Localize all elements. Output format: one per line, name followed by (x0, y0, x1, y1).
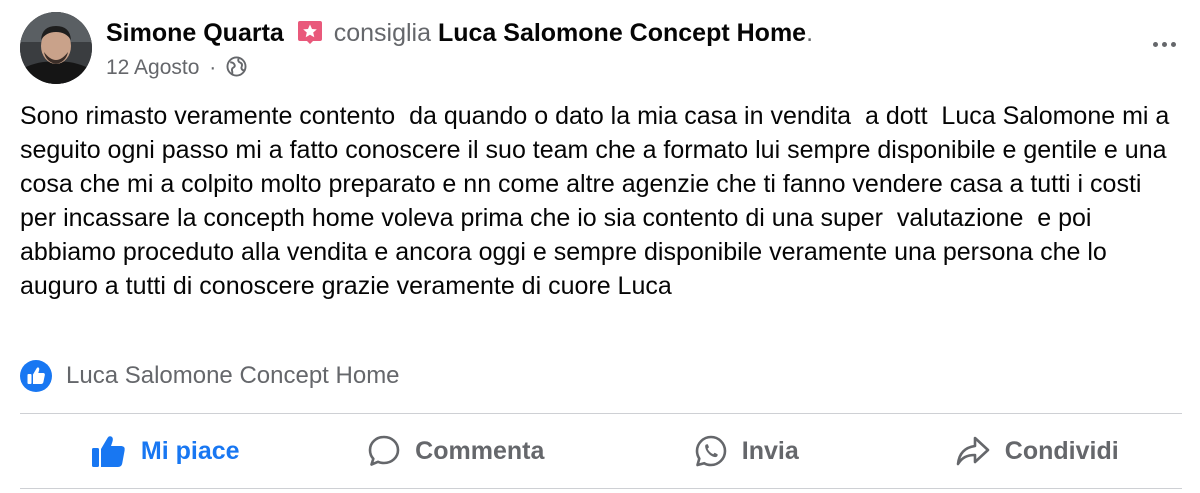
reaction-names[interactable]: Luca Salomone Concept Home (66, 362, 400, 390)
comment-bubble-icon (368, 435, 400, 466)
author-name[interactable]: Simone Quarta (106, 19, 284, 47)
share-label: Condividi (1004, 436, 1119, 465)
avatar-image (20, 12, 92, 84)
comment-label: Commenta (415, 436, 545, 465)
more-dot (1170, 41, 1176, 47)
post-body: Sono rimasto veramente contento da quand… (20, 102, 1177, 300)
whatsapp-icon (695, 435, 727, 467)
reactions-summary[interactable]: Luca Salomone Concept Home (20, 358, 400, 394)
author-avatar[interactable] (20, 12, 92, 84)
comment-button[interactable]: Commenta (311, 414, 602, 488)
action-bar: Mi piace Commenta Invia Condividi (20, 414, 1182, 488)
send-label: Invia (741, 436, 799, 465)
meta-separator: · (209, 56, 217, 79)
page-name-link[interactable]: Luca Salomone Concept Home (438, 19, 806, 47)
more-dot (1161, 41, 1167, 47)
share-arrow-icon (956, 436, 990, 466)
send-button[interactable]: Invia (601, 414, 892, 488)
share-button[interactable]: Condividi (892, 414, 1183, 488)
post-header: Simone Quarta consiglia Luca Salomone Co… (20, 12, 1190, 88)
recommendation-star-icon (297, 21, 322, 44)
like-badge-icon (20, 360, 52, 392)
like-button[interactable]: Mi piace (20, 414, 311, 488)
title-period: . (806, 19, 814, 47)
thumbs-up-icon (91, 436, 125, 467)
post-meta: 12 Agosto · (106, 54, 247, 82)
divider (20, 488, 1182, 489)
like-label: Mi piace (140, 436, 240, 465)
more-options-icon[interactable] (1146, 32, 1182, 56)
more-dot (1152, 41, 1158, 47)
post-title-line: Simone Quarta consiglia Luca Salomone Co… (106, 16, 813, 50)
recommends-label: consiglia (333, 19, 432, 47)
post-date[interactable]: 12 Agosto (106, 56, 199, 79)
globe-icon[interactable] (226, 56, 247, 77)
review-post: Simone Quarta consiglia Luca Salomone Co… (0, 0, 1200, 493)
